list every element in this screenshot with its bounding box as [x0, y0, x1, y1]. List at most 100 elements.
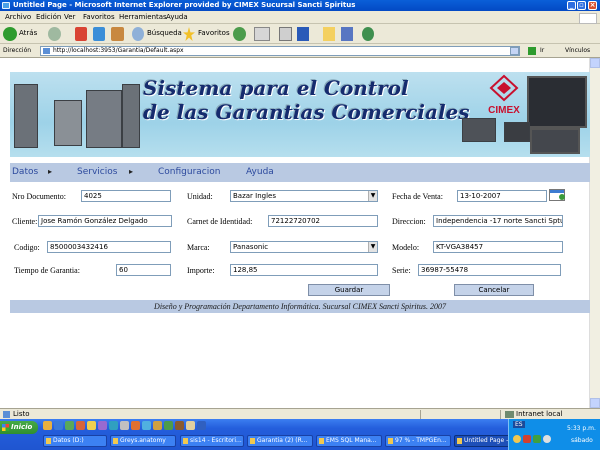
search-button-label[interactable]: Búsqueda: [147, 29, 182, 37]
direccion-input[interactable]: Independencia -17 norte Sancti Sptus: [433, 215, 563, 227]
favorites-star-icon[interactable]: [183, 27, 195, 41]
quicklaunch-icon[interactable]: [120, 421, 129, 430]
banner-title-line1: Sistema para el Control: [143, 76, 409, 100]
quicklaunch-icon[interactable]: [131, 421, 140, 430]
modelo-input[interactable]: KT-VGA38457: [433, 241, 563, 253]
nav-servicios[interactable]: Servicios: [77, 167, 117, 177]
home-icon[interactable]: [111, 27, 124, 41]
quicklaunch-icon[interactable]: [65, 421, 74, 430]
fecha-venta-input[interactable]: 13-10-2007: [457, 190, 547, 202]
chevron-down-icon: ▼: [368, 191, 377, 201]
calendar-icon[interactable]: [549, 189, 565, 201]
marca-select[interactable]: Panasonic ▼: [230, 241, 378, 253]
vertical-scrollbar[interactable]: [589, 58, 600, 408]
refresh-icon[interactable]: [93, 27, 105, 41]
address-bar: Dirección http://localhost:3953/Garantia…: [0, 44, 600, 58]
back-button-label[interactable]: Atrás: [19, 29, 37, 37]
address-dropdown-arrow-icon[interactable]: [510, 47, 519, 55]
menu-edicion[interactable]: Edición: [36, 13, 61, 21]
scroll-up-icon[interactable]: [590, 58, 600, 68]
links-label[interactable]: Vínculos: [565, 47, 590, 54]
nav-datos[interactable]: Datos: [12, 167, 38, 177]
quicklaunch-icon[interactable]: [87, 421, 96, 430]
title-bar: Untitled Page - Microsoft Internet Explo…: [0, 0, 600, 11]
print-icon[interactable]: [279, 27, 292, 41]
marca-value: Panasonic: [233, 243, 269, 251]
maximize-button[interactable]: ▫: [577, 1, 586, 10]
close-button[interactable]: ×: [588, 1, 597, 10]
search-icon[interactable]: [132, 27, 144, 41]
tiempo-garantia-input[interactable]: 60: [116, 264, 171, 276]
word-edit-icon[interactable]: [297, 27, 309, 41]
task-sis14[interactable]: sis14 - Escritori...: [180, 435, 244, 447]
cancel-button[interactable]: Cancelar: [454, 284, 534, 296]
tray-icon[interactable]: [513, 435, 521, 443]
quicklaunch-icon[interactable]: [186, 421, 195, 430]
go-button-label[interactable]: Ir: [540, 47, 544, 54]
tray-icon[interactable]: [533, 435, 541, 443]
carnet-input[interactable]: 72122720702: [268, 215, 378, 227]
quicklaunch-icon[interactable]: [153, 421, 162, 430]
cimex-logo: CIMEX: [488, 74, 520, 116]
window-title: Untitled Page - Microsoft Internet Explo…: [13, 1, 356, 9]
task-greys[interactable]: Greys.anatomy: [110, 435, 176, 447]
quicklaunch-icon[interactable]: [164, 421, 173, 430]
tiempo-garantia-label: Tiempo de Garantia:: [14, 266, 80, 275]
task-datos[interactable]: Datos (D:): [43, 435, 107, 447]
nav-ayuda[interactable]: Ayuda: [246, 167, 274, 177]
menu-herramientas[interactable]: Herramientas: [119, 13, 167, 21]
tray-icon[interactable]: [523, 435, 531, 443]
unidad-value: Bazar Ingles: [233, 192, 277, 200]
direccion-label: Direccion:: [392, 217, 426, 226]
tray-icon[interactable]: [543, 435, 551, 443]
address-input[interactable]: http://localhost:3953/Garantia/Default.a…: [40, 46, 520, 56]
save-button[interactable]: Guardar: [308, 284, 390, 296]
importe-label: Importe:: [187, 266, 215, 275]
radio-image: [462, 118, 496, 142]
task-ems-sql[interactable]: EMS SQL Mana...: [316, 435, 382, 447]
menu-archivo[interactable]: Archivo: [5, 13, 31, 21]
forward-arrow-icon[interactable]: [48, 27, 61, 41]
start-button[interactable]: Inicio: [0, 421, 38, 434]
go-arrow-icon[interactable]: [528, 47, 536, 55]
task-garantia[interactable]: Garantia (2) (R...: [247, 435, 313, 447]
banner-title-line2: de las Garantias Comerciales: [143, 100, 470, 124]
scroll-down-icon[interactable]: [590, 398, 600, 408]
research-icon[interactable]: [341, 27, 353, 41]
quicklaunch-icon[interactable]: [98, 421, 107, 430]
cliente-label: Cliente:: [12, 217, 38, 226]
serie-input[interactable]: 36987-55478: [418, 264, 561, 276]
menu-ayuda[interactable]: Ayuda: [166, 13, 188, 21]
quicklaunch-icon[interactable]: [142, 421, 151, 430]
cliente-input[interactable]: Jose Ramón González Delgado: [38, 215, 172, 227]
task-tmpgenc[interactable]: 97 % - TMPGEn...: [385, 435, 451, 447]
stop-icon[interactable]: [75, 27, 87, 41]
clock-time[interactable]: 5:33 p.m.: [567, 425, 596, 432]
quicklaunch-icon[interactable]: [175, 421, 184, 430]
history-icon[interactable]: [233, 27, 246, 41]
menu-ver[interactable]: Ver: [64, 13, 75, 21]
codigo-input[interactable]: 8500003432416: [47, 241, 171, 253]
messenger-icon[interactable]: [362, 27, 374, 41]
importe-input[interactable]: 128,85: [230, 264, 378, 276]
unidad-select[interactable]: Bazar Ingles ▼: [230, 190, 378, 202]
page-footer: Diseño y Programación Departamento Infor…: [10, 300, 590, 313]
language-indicator[interactable]: ES: [513, 421, 525, 428]
back-arrow-icon[interactable]: [3, 27, 17, 41]
nro-documento-input[interactable]: 4025: [81, 190, 171, 202]
quicklaunch-icon[interactable]: [43, 421, 52, 430]
status-divider: [500, 410, 501, 419]
quicklaunch-icon[interactable]: [109, 421, 118, 430]
quicklaunch-icon[interactable]: [197, 421, 206, 430]
main-nav: Datos ▸ Servicios ▸ Configuracion Ayuda: [10, 163, 590, 182]
quicklaunch-icon[interactable]: [54, 421, 63, 430]
favorites-button-label[interactable]: Favoritos: [198, 29, 230, 37]
stereo-unit-image: [54, 100, 82, 146]
minimize-button[interactable]: _: [567, 1, 576, 10]
mail-icon[interactable]: [254, 27, 270, 41]
menu-favoritos[interactable]: Favoritos: [83, 13, 115, 21]
notes-icon[interactable]: [323, 27, 335, 41]
quicklaunch-icon[interactable]: [76, 421, 85, 430]
nav-configuracion[interactable]: Configuracion: [158, 167, 220, 177]
marca-label: Marca:: [187, 243, 210, 252]
